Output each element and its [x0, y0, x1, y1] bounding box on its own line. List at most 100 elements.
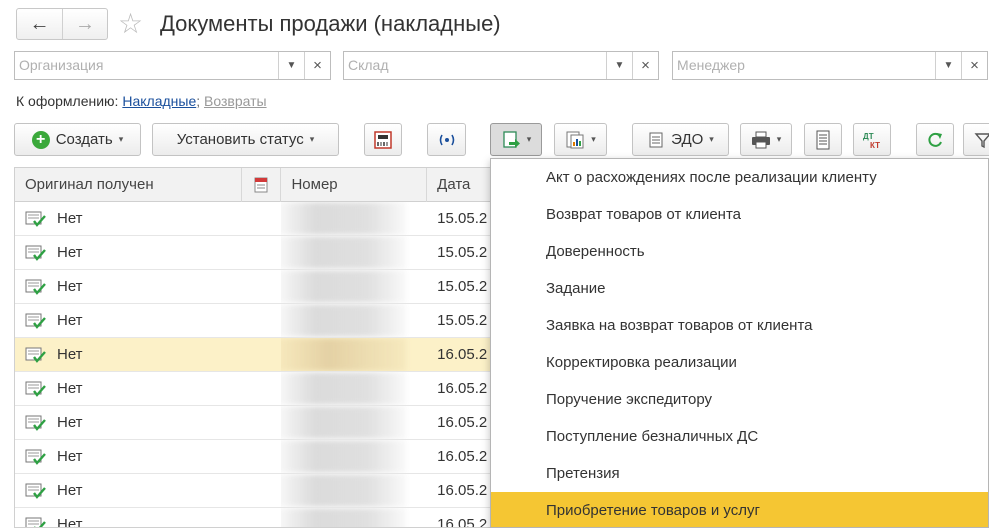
reports-button[interactable]: ▾	[554, 123, 607, 156]
organization-dropdown-button[interactable]: ▼	[278, 52, 304, 79]
menu-item[interactable]: Задание	[491, 270, 988, 307]
documents-table: Оригинал получен Номер Дата Нет 15.05.2 Не…	[14, 167, 514, 528]
menu-item[interactable]: Приобретение товаров и услуг	[491, 492, 988, 527]
original-cell: Нет	[15, 406, 242, 439]
radio-waves-icon	[439, 134, 454, 145]
original-cell: Нет	[15, 372, 242, 405]
returns-link[interactable]: Возвраты	[204, 93, 267, 109]
attachment-cell	[242, 202, 282, 235]
original-cell: Нет	[15, 202, 242, 235]
warehouse-input[interactable]: Склад	[344, 52, 606, 79]
redacted-number	[281, 304, 407, 337]
menu-item[interactable]: Акт о расхождениях после реализации клие…	[491, 159, 988, 196]
set-status-button[interactable]: Установить статус ▾	[152, 123, 339, 156]
chevron-down-icon: ▾	[776, 134, 782, 144]
manager-dropdown-button[interactable]: ▼	[935, 52, 961, 79]
attachment-cell	[242, 372, 282, 405]
menu-item[interactable]: Возврат товаров от клиента	[491, 196, 988, 233]
chevron-down-icon: ▾	[118, 134, 124, 144]
edo-button[interactable]: ЭДО ▾	[632, 123, 729, 156]
redacted-number	[281, 474, 407, 507]
chevron-down-icon: ▾	[309, 134, 315, 144]
manager-clear-button[interactable]: ×	[961, 52, 987, 79]
manager-filter[interactable]: Менеджер ▼ ×	[672, 51, 988, 80]
document-posted-icon	[25, 245, 46, 261]
attachment-cell	[242, 270, 282, 303]
menu-item[interactable]: Поступление безналичных ДС	[491, 418, 988, 455]
table-row[interactable]: Нет 15.05.2	[15, 304, 514, 338]
table-row[interactable]: Нет 16.05.2	[15, 406, 514, 440]
favorite-star-icon[interactable]: ☆	[118, 8, 143, 40]
warehouse-clear-button[interactable]: ×	[632, 52, 658, 79]
redacted-number	[281, 372, 407, 405]
document-posted-icon	[25, 483, 46, 499]
table-row[interactable]: Нет 15.05.2	[15, 202, 514, 236]
forward-button[interactable]: →	[62, 9, 107, 39]
rfid-button[interactable]	[427, 123, 466, 156]
table-body: Нет 15.05.2 Нет 15.05.2 Нет 15.05.2 Нет 15.05.2…	[15, 202, 514, 528]
printer-icon	[751, 131, 770, 148]
create-based-on-menu: Акт о расхождениях после реализации клие…	[490, 158, 989, 528]
chevron-down-icon: ▾	[591, 134, 596, 144]
menu-item[interactable]: Доверенность	[491, 233, 988, 270]
invoices-link[interactable]: Накладные	[122, 93, 196, 109]
arrow-right-icon: →	[75, 12, 95, 35]
debit-credit-icon: ДТ КТ	[863, 132, 880, 150]
original-cell: Нет	[15, 508, 242, 528]
menu-item[interactable]: Корректировка реализации	[491, 344, 988, 381]
organization-clear-button[interactable]: ×	[304, 52, 330, 79]
table-row[interactable]: Нет 16.05.2	[15, 338, 514, 372]
scan-barcode-button[interactable]	[364, 123, 402, 156]
print-button[interactable]: ▾	[740, 123, 792, 156]
table-row[interactable]: Нет 16.05.2	[15, 474, 514, 508]
document-posted-icon	[25, 449, 46, 465]
table-row[interactable]: Нет 16.05.2	[15, 440, 514, 474]
document-icon	[254, 177, 268, 193]
arrow-left-icon: ←	[29, 12, 50, 35]
original-value: Нет	[57, 448, 83, 465]
document-posted-icon	[25, 347, 46, 363]
create-based-on-button[interactable]: ▾	[490, 123, 542, 156]
navigation-buttons: ← →	[16, 8, 108, 40]
funnel-icon	[974, 132, 989, 148]
svg-text:КТ: КТ	[870, 141, 880, 150]
original-cell: Нет	[15, 270, 242, 303]
attachment-cell	[242, 236, 282, 269]
filter-button[interactable]	[963, 123, 989, 156]
warehouse-dropdown-button[interactable]: ▼	[606, 52, 632, 79]
original-cell: Нет	[15, 304, 242, 337]
column-header-number[interactable]: Номер	[281, 168, 428, 202]
original-value: Нет	[57, 516, 83, 528]
organization-filter[interactable]: Организация ▼ ×	[14, 51, 331, 80]
number-cell	[281, 406, 427, 439]
menu-item[interactable]: Претензия	[491, 455, 988, 492]
create-button[interactable]: + Создать ▾	[14, 123, 141, 156]
refresh-icon	[928, 132, 942, 147]
original-value: Нет	[57, 312, 83, 329]
journal-button[interactable]	[804, 123, 842, 156]
number-cell	[281, 338, 427, 371]
create-button-label: Создать	[55, 131, 113, 148]
warehouse-filter[interactable]: Склад ▼ ×	[343, 51, 659, 80]
number-cell	[281, 508, 427, 527]
menu-item[interactable]: Заявка на возврат товаров от клиента	[491, 307, 988, 344]
number-cell	[281, 304, 427, 337]
table-row[interactable]: Нет 16.05.2	[15, 508, 514, 528]
attachment-cell	[242, 440, 282, 473]
menu-item[interactable]: Поручение экспедитору	[491, 381, 988, 418]
table-row[interactable]: Нет 15.05.2	[15, 270, 514, 304]
redacted-number	[281, 406, 407, 439]
table-row[interactable]: Нет 16.05.2	[15, 372, 514, 406]
back-button[interactable]: ←	[17, 9, 62, 39]
original-cell: Нет	[15, 236, 242, 269]
edo-document-icon	[649, 132, 663, 147]
organization-input[interactable]: Организация	[15, 52, 278, 79]
accounting-entries-button[interactable]: ДТ КТ	[853, 123, 891, 156]
column-header-original[interactable]: Оригинал получен	[15, 168, 242, 202]
column-header-attachment[interactable]	[242, 168, 282, 202]
manager-input[interactable]: Менеджер	[673, 52, 935, 79]
page-title: Документы продажи (накладные)	[160, 11, 501, 36]
table-row[interactable]: Нет 15.05.2	[15, 236, 514, 270]
refresh-button[interactable]	[916, 123, 954, 156]
number-cell	[281, 270, 427, 303]
